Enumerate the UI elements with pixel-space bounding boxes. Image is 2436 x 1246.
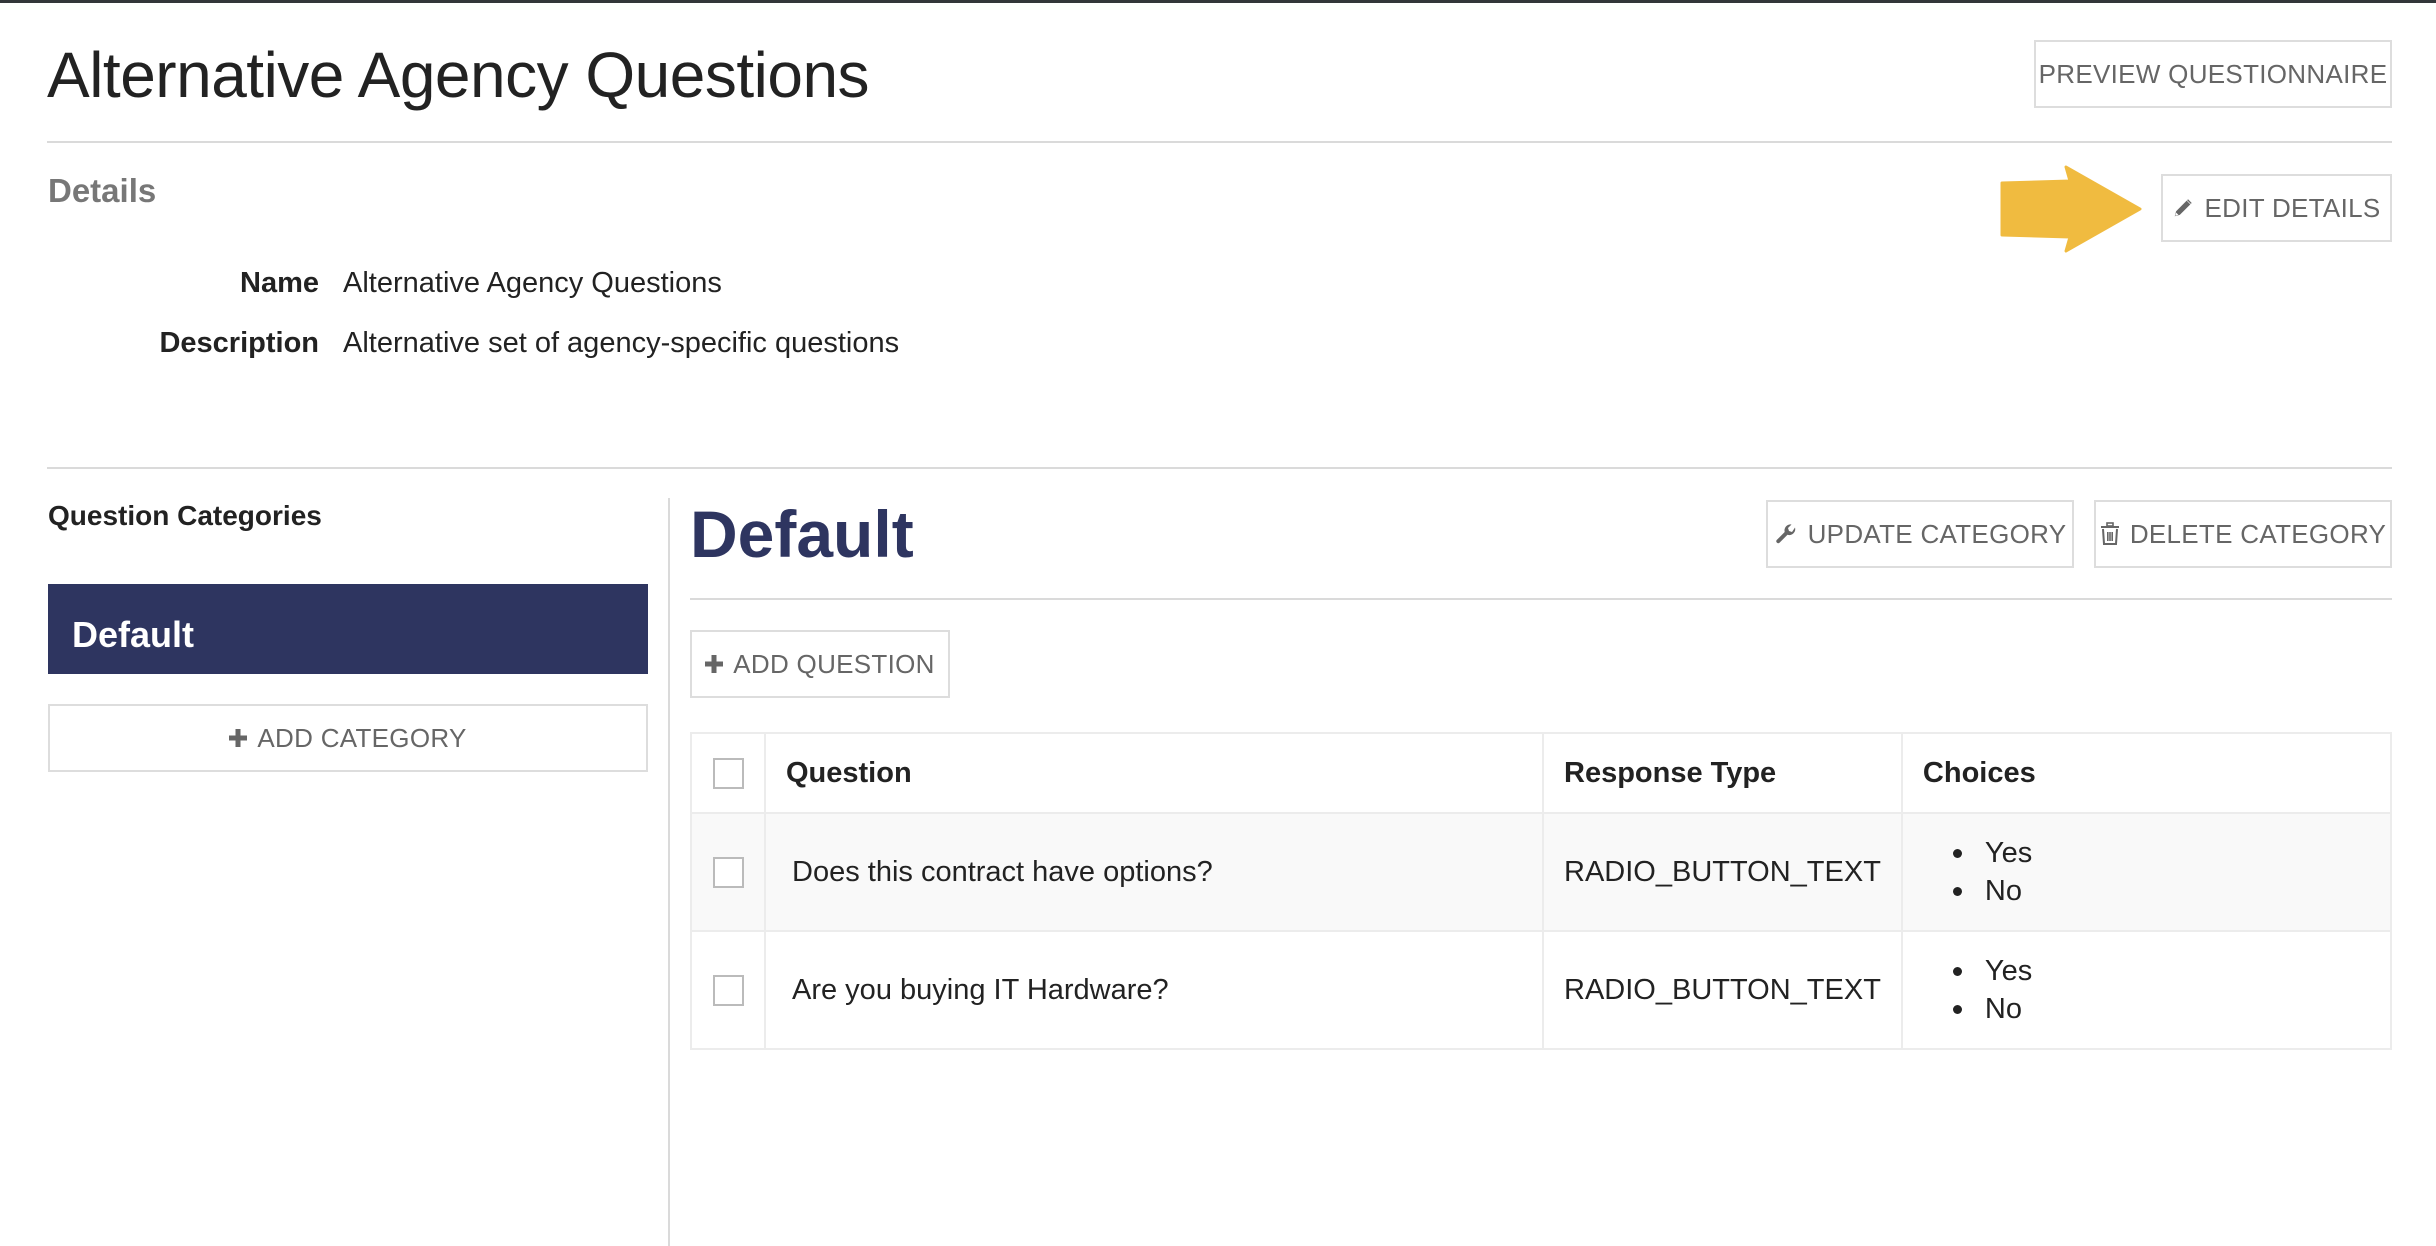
row-select-cell <box>690 930 766 1050</box>
select-all-cell <box>690 732 766 814</box>
table-row[interactable]: Does this contract have options? RADIO_B… <box>690 812 2393 932</box>
update-category-button[interactable]: UPDATE CATEGORY <box>1766 500 2074 568</box>
table-row[interactable]: Are you buying IT Hardware? RADIO_BUTTON… <box>690 930 2393 1050</box>
choice-item: No <box>1952 990 2370 1028</box>
add-question-button[interactable]: ADD QUESTION <box>690 630 950 698</box>
delete-category-button[interactable]: DELETE CATEGORY <box>2094 500 2392 568</box>
choice-item: Yes <box>1952 952 2370 990</box>
page-title: Alternative Agency Questions <box>47 39 870 111</box>
add-question-label: ADD QUESTION <box>733 648 935 679</box>
description-value: Alternative set of agency-specific quest… <box>343 327 900 359</box>
annotation-arrow-shape <box>2000 165 2142 253</box>
choice-item: Yes <box>1952 834 2370 872</box>
question-categories-heading: Question Categories <box>48 500 322 531</box>
choices-list: Yes No <box>1923 952 2370 1028</box>
plus-icon <box>705 655 724 673</box>
trash-icon <box>2100 522 2119 545</box>
category-item-default[interactable]: Default <box>48 584 648 674</box>
table-header-row: Question Response Type Choices <box>690 732 2393 814</box>
column-header-question[interactable]: Question <box>764 732 1544 814</box>
response-type-cell: RADIO_BUTTON_TEXT <box>1542 812 1903 932</box>
preview-questionnaire-label: PREVIEW QUESTIONNAIRE <box>2038 58 2388 89</box>
category-divider <box>690 598 2392 600</box>
wrench-icon <box>1775 524 1795 544</box>
details-divider <box>47 467 2392 469</box>
choices-list: Yes No <box>1923 834 2370 910</box>
preview-questionnaire-button[interactable]: PREVIEW QUESTIONNAIRE <box>2034 40 2392 108</box>
name-value: Alternative Agency Questions <box>343 267 722 299</box>
annotation-arrow-icon <box>2000 165 2142 253</box>
question-cell: Does this contract have options? <box>764 812 1544 932</box>
edit-details-label: EDIT DETAILS <box>2204 192 2381 223</box>
row-checkbox[interactable] <box>712 975 744 1007</box>
update-category-label: UPDATE CATEGORY <box>1807 518 2067 549</box>
add-category-button[interactable]: ADD CATEGORY <box>48 704 648 772</box>
delete-category-label: DELETE CATEGORY <box>2129 518 2387 549</box>
title-divider <box>47 141 2392 143</box>
column-header-response-type[interactable]: Response Type <box>1542 732 1903 814</box>
question-cell: Are you buying IT Hardware? <box>764 930 1544 1050</box>
name-label: Name <box>240 267 319 299</box>
choices-cell: Yes No <box>1900 812 2393 932</box>
sidebar-divider <box>668 498 670 1246</box>
pencil-icon <box>2175 199 2193 217</box>
category-title: Default <box>690 497 914 571</box>
questions-table: Question Response Type Choices Does this… <box>690 732 2393 1050</box>
category-item-label: Default <box>72 614 195 655</box>
row-select-cell <box>690 812 766 932</box>
choices-cell: Yes No <box>1900 930 2393 1050</box>
plus-icon <box>229 729 248 747</box>
details-description-row: Description Alternative set of agency-sp… <box>0 323 899 363</box>
add-category-label: ADD CATEGORY <box>257 722 467 753</box>
details-heading: Details <box>48 172 157 209</box>
column-header-choices[interactable]: Choices <box>1900 732 2393 814</box>
response-type-cell: RADIO_BUTTON_TEXT <box>1542 930 1903 1050</box>
description-label: Description <box>159 327 319 359</box>
edit-details-button[interactable]: EDIT DETAILS <box>2161 174 2392 242</box>
choice-item: No <box>1952 872 2370 910</box>
top-border <box>0 0 2436 3</box>
select-all-checkbox[interactable] <box>712 758 744 790</box>
row-checkbox[interactable] <box>712 857 744 889</box>
details-name-row: Name Alternative Agency Questions <box>0 263 722 303</box>
